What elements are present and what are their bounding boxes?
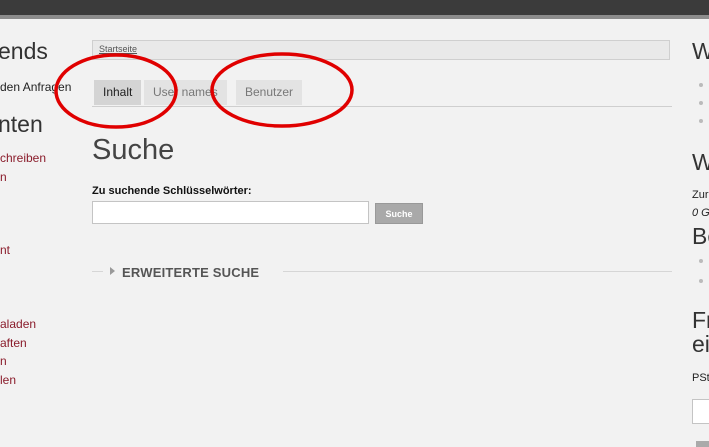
left-link[interactable]: aften — [0, 336, 27, 350]
left-link[interactable]: len — [0, 373, 16, 387]
right-text: PSt — [692, 372, 709, 384]
tab-benutzer[interactable]: Benutzer — [236, 80, 303, 105]
right-button[interactable] — [696, 441, 709, 447]
top-bar-divider — [0, 15, 709, 19]
tab-bar: Inhalt User names Benutzer — [92, 80, 672, 107]
search-input[interactable] — [92, 201, 369, 224]
left-link[interactable]: aladen — [0, 317, 36, 331]
right-input[interactable] — [692, 399, 709, 424]
right-heading-4: Fr — [692, 307, 709, 333]
left-link-requests[interactable]: den Anfragen — [0, 80, 71, 94]
right-heading-1: W — [692, 38, 709, 64]
tab-user-names[interactable]: User names — [144, 80, 227, 105]
triangle-right-icon[interactable] — [110, 267, 115, 275]
search-label: Zu suchende Schlüsselwörter: — [92, 185, 252, 197]
advanced-search-toggle[interactable]: ERWEITERTE SUCHE — [122, 265, 259, 280]
right-text: 0 G — [692, 207, 709, 219]
right-sidebar: W W Zur 0 G Be Fr ei PSt — [688, 0, 709, 447]
left-link[interactable]: chreiben — [0, 151, 46, 165]
divider — [92, 271, 103, 272]
bullet — [699, 83, 703, 87]
left-link[interactable]: nt — [0, 243, 10, 257]
left-heading-2: nten — [0, 111, 43, 137]
right-heading-3: Be — [692, 223, 709, 249]
bullet — [699, 259, 703, 263]
right-heading-4-line-2: ei — [692, 331, 709, 357]
right-text: Zur — [692, 189, 709, 201]
breadcrumb-home-link[interactable]: Startseite — [99, 44, 137, 54]
right-heading-2: W — [692, 149, 709, 175]
bullet — [699, 101, 703, 105]
top-bar — [0, 0, 709, 15]
left-link[interactable]: n — [0, 170, 7, 184]
tab-inhalt[interactable]: Inhalt — [94, 80, 142, 105]
divider — [283, 271, 672, 272]
bullet — [699, 279, 703, 283]
bullet — [699, 119, 703, 123]
search-button[interactable]: Suche — [375, 203, 423, 224]
left-link[interactable]: n — [0, 354, 7, 368]
left-heading-1: ends — [0, 38, 48, 64]
left-sidebar: ends den Anfragen nten chreiben n nt ala… — [0, 0, 86, 447]
breadcrumb: Startseite — [92, 40, 670, 60]
page-title: Suche — [92, 134, 175, 166]
